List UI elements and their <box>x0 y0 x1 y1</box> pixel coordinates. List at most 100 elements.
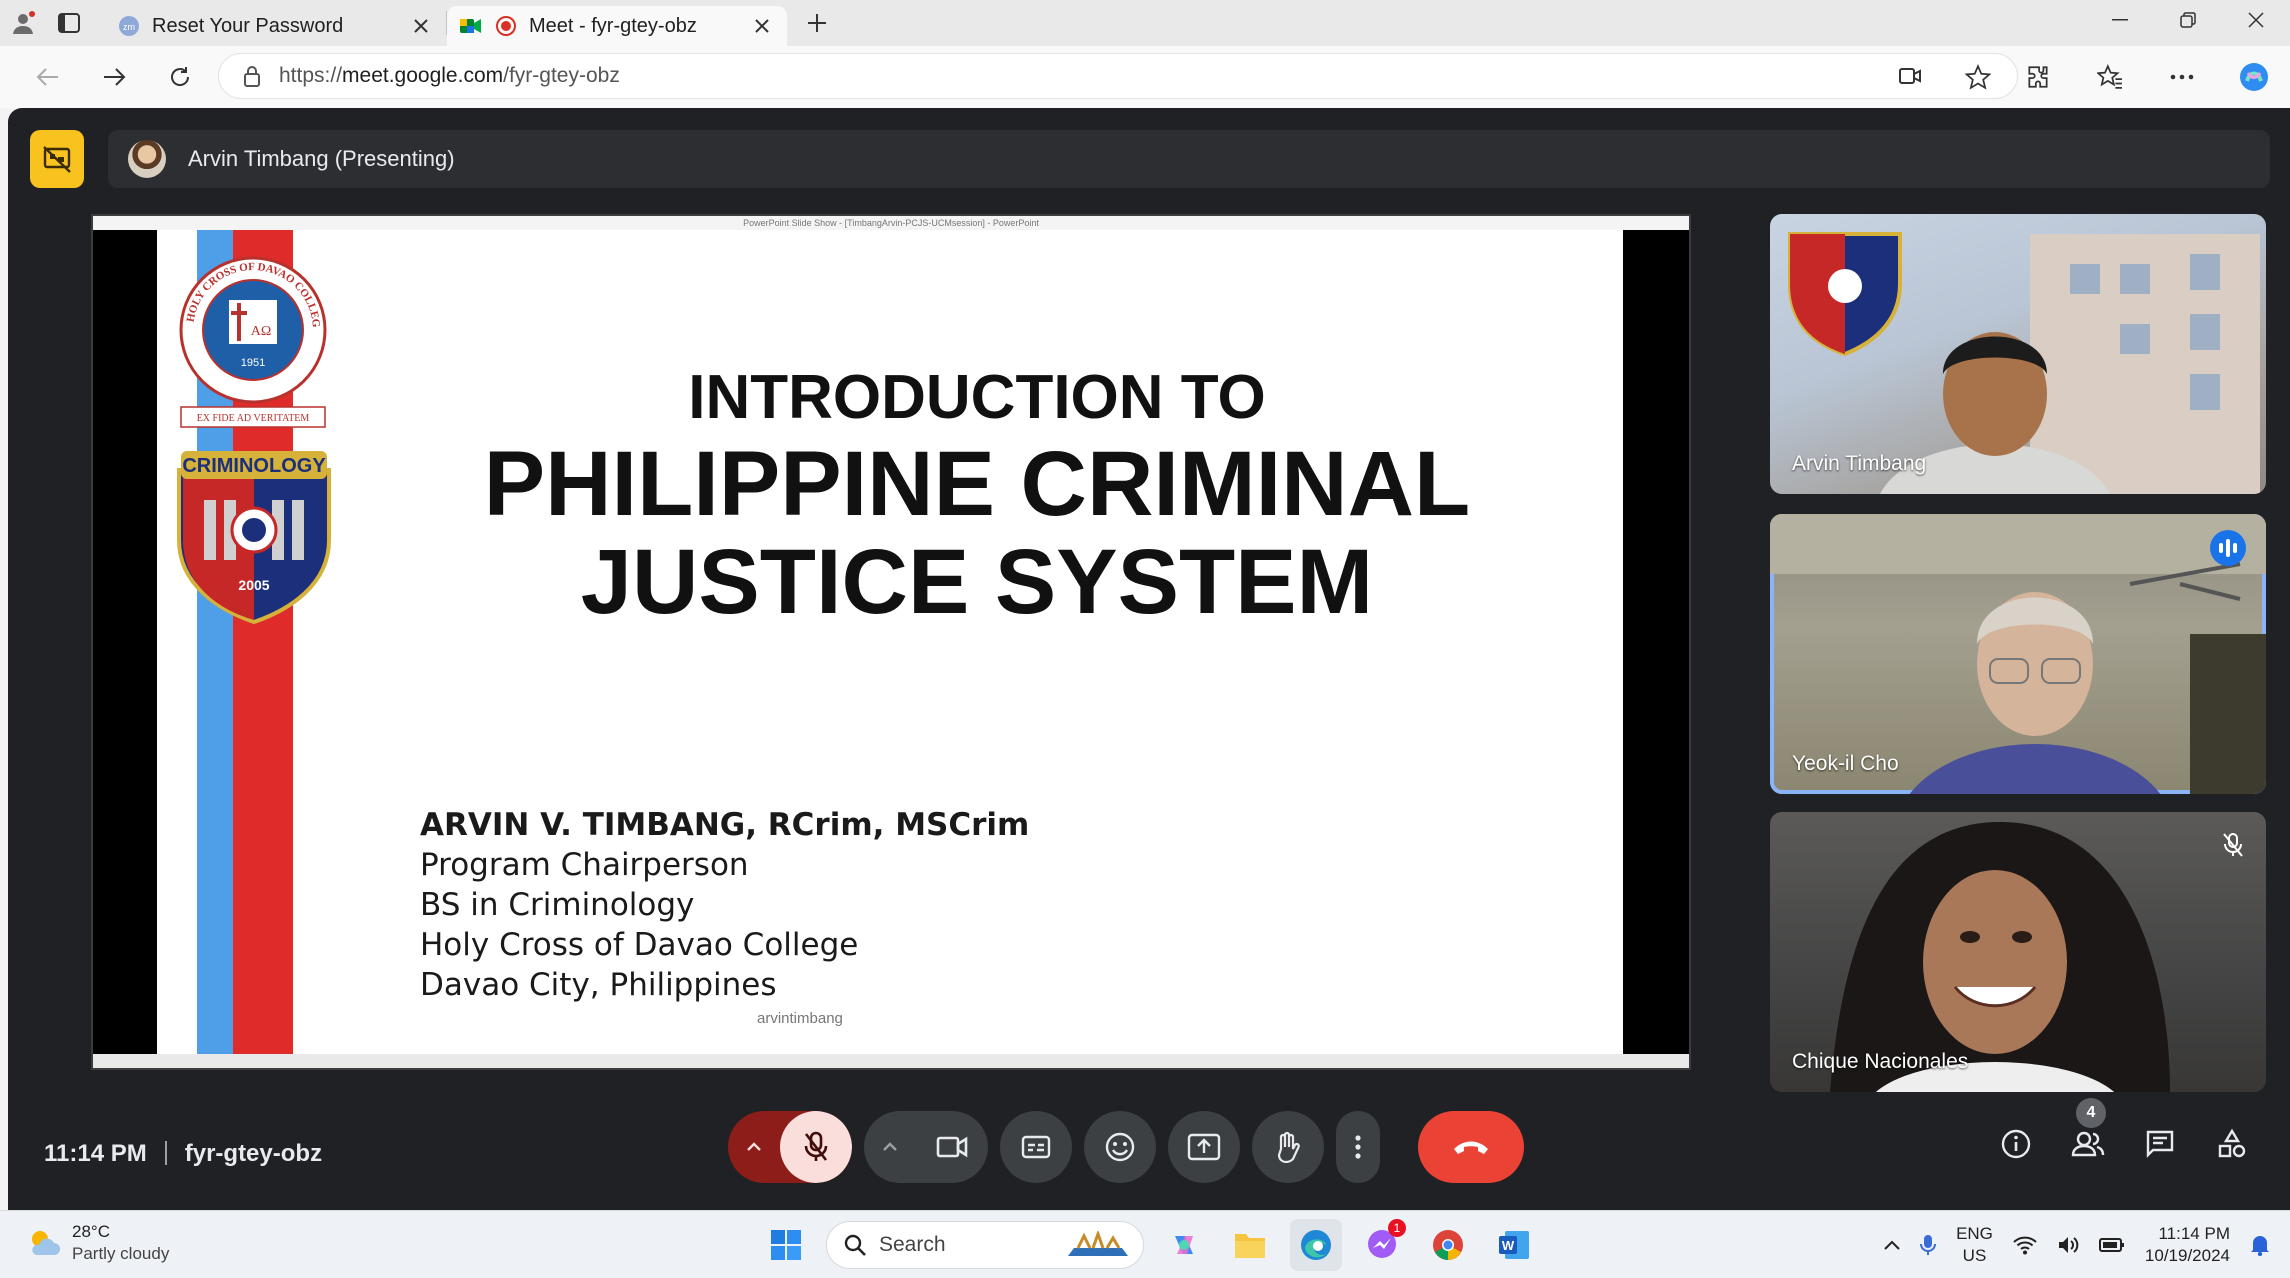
toolbar-right-icons <box>2002 46 2290 108</box>
chat-icon <box>2146 1130 2174 1158</box>
activities-button[interactable] <box>2202 1114 2262 1174</box>
video-options-button[interactable] <box>864 1111 916 1183</box>
input-language-indicator[interactable]: ENG US <box>1956 1223 1993 1267</box>
copilot-icon[interactable] <box>2218 51 2290 103</box>
camera-icon <box>936 1136 968 1158</box>
start-button[interactable] <box>760 1219 812 1271</box>
word-icon[interactable]: W <box>1488 1219 1540 1271</box>
address-bar[interactable]: https://meet.google.com/fyr-gtey-obz <box>218 53 2018 99</box>
captions-icon <box>1021 1135 1051 1159</box>
taskbar-apps: Search 1 W <box>760 1219 1540 1271</box>
minimize-button[interactable] <box>2086 0 2154 40</box>
hand-icon <box>1277 1131 1300 1163</box>
participant-tile-yeok-il[interactable]: Yeok-il Cho <box>1770 514 2266 794</box>
captions-button[interactable] <box>1000 1111 1072 1183</box>
file-explorer-icon[interactable] <box>1224 1219 1276 1271</box>
lang-region: US <box>1962 1246 1987 1265</box>
reactions-button[interactable] <box>1084 1111 1156 1183</box>
emoji-icon <box>1105 1132 1135 1162</box>
camera-control-group <box>864 1111 988 1183</box>
extensions-icon[interactable] <box>2002 51 2074 103</box>
weather-temperature: 28°C <box>72 1222 110 1241</box>
meeting-time: 11:14 PM <box>44 1140 147 1167</box>
chrome-icon[interactable] <box>1422 1219 1474 1271</box>
slide-author-role: Program Chairperson <box>420 847 749 883</box>
stop-presenting-button[interactable] <box>30 130 84 188</box>
leave-call-button[interactable] <box>1418 1111 1524 1183</box>
participant-tile-arvin[interactable]: Arvin Timbang <box>1770 214 2266 494</box>
favorite-star-icon[interactable] <box>1965 64 1991 90</box>
seal2-year: 2005 <box>238 577 269 593</box>
participant-name: Yeok-il Cho <box>1792 752 1899 775</box>
tab-meet[interactable]: Meet - fyr-gtey-obz <box>447 6 787 46</box>
edge-browser-icon[interactable] <box>1290 1219 1342 1271</box>
slide-author-school: Holy Cross of Davao College <box>420 927 859 963</box>
windows-logo-icon <box>771 1230 801 1260</box>
people-icon <box>2071 1131 2105 1157</box>
forward-button[interactable] <box>88 51 140 103</box>
more-vert-icon <box>1355 1135 1361 1159</box>
slide-title-line-1: INTRODUCTION TO <box>688 363 1266 432</box>
hang-up-icon <box>1454 1141 1488 1154</box>
slide-title-line-3: JUSTICE SYSTEM <box>580 531 1374 633</box>
more-options-button[interactable] <box>1336 1111 1380 1183</box>
wifi-icon[interactable] <box>2013 1235 2037 1255</box>
audio-options-button[interactable] <box>728 1111 780 1183</box>
svg-text:W: W <box>1502 1238 1515 1253</box>
powerpoint-status-bar <box>93 1054 1689 1068</box>
meeting-details-button[interactable] <box>1986 1114 2046 1174</box>
messenger-icon[interactable]: 1 <box>1356 1219 1408 1271</box>
new-tab-button[interactable] <box>795 1 839 45</box>
clock-time: 11:14 PM <box>2158 1224 2230 1243</box>
system-clock[interactable]: 11:14 PM 10/19/2024 <box>2145 1223 2230 1267</box>
college-seal-logo: AΩ 1951 HOLY CROSS OF DAVAO COLLEGE, INC… <box>173 255 333 435</box>
present-screen-button[interactable] <box>1168 1111 1240 1183</box>
restore-button[interactable] <box>2154 0 2222 40</box>
cast-icon[interactable] <box>1899 66 1921 86</box>
raise-hand-button[interactable] <box>1252 1111 1324 1183</box>
participant-tile-chique[interactable]: Chique Nacionales <box>1770 812 2266 1092</box>
tab-reset-password[interactable]: zm Reset Your Password <box>106 6 446 46</box>
speaking-indicator-icon <box>2210 530 2246 566</box>
profile-icon[interactable] <box>0 0 46 46</box>
toggle-camera-button[interactable] <box>916 1111 988 1183</box>
close-window-button[interactable] <box>2222 0 2290 40</box>
url-path: /fyr-gtey-obz <box>503 64 620 87</box>
presenter-bar: Arvin Timbang (Presenting) <box>108 130 2270 188</box>
tab-title: Meet - fyr-gtey-obz <box>529 14 697 37</box>
volume-icon[interactable] <box>2057 1235 2079 1255</box>
refresh-button[interactable] <box>154 51 206 103</box>
seal1-motto: EX FIDE AD VERITATEM <box>197 413 310 424</box>
show-hidden-icons-icon[interactable] <box>1884 1240 1900 1250</box>
more-menu-icon[interactable] <box>2146 51 2218 103</box>
url-scheme: https:// <box>279 64 343 87</box>
back-button[interactable] <box>22 51 74 103</box>
close-tab-icon[interactable] <box>408 13 434 39</box>
people-button[interactable]: 4 <box>2058 1098 2118 1174</box>
copilot-taskbar-icon[interactable] <box>1158 1219 1210 1271</box>
chat-button[interactable] <box>2130 1114 2190 1174</box>
svg-text:AΩ: AΩ <box>251 324 272 339</box>
partly-cloudy-icon <box>32 1231 60 1255</box>
notification-bell-icon[interactable] <box>2250 1234 2270 1256</box>
tab-actions-icon[interactable] <box>46 0 92 46</box>
meeting-info: 11:14 PM fyr-gtey-obz <box>44 1140 322 1168</box>
info-separator <box>164 1141 167 1165</box>
close-tab-icon[interactable] <box>749 13 775 39</box>
weather-widget[interactable]: 28°C Partly cloudy <box>26 1221 169 1265</box>
participant-name: Arvin Timbang <box>1792 452 1927 475</box>
toggle-mic-button[interactable] <box>780 1111 852 1183</box>
microphone-tray-icon[interactable] <box>1920 1234 1937 1256</box>
seal2-banner-text: CRIMINOLOGY <box>182 455 326 477</box>
taskbar-search-box[interactable]: Search <box>826 1221 1144 1269</box>
battery-icon[interactable] <box>2098 1237 2125 1253</box>
browser-toolbar: https://meet.google.com/fyr-gtey-obz <box>0 46 2290 108</box>
meeting-code: fyr-gtey-obz <box>184 1140 323 1167</box>
people-count-badge: 4 <box>2076 1098 2106 1128</box>
mic-off-icon <box>804 1131 828 1161</box>
favorites-icon[interactable] <box>2074 51 2146 103</box>
shared-screen: PowerPoint Slide Show - [TimbangArvin-PC… <box>91 214 1691 1070</box>
slide-author-block: ARVIN V. TIMBANG, RCrim, MSCrim Program … <box>420 805 1029 1005</box>
mic-control-group <box>728 1111 852 1183</box>
info-icon <box>2001 1129 2031 1159</box>
